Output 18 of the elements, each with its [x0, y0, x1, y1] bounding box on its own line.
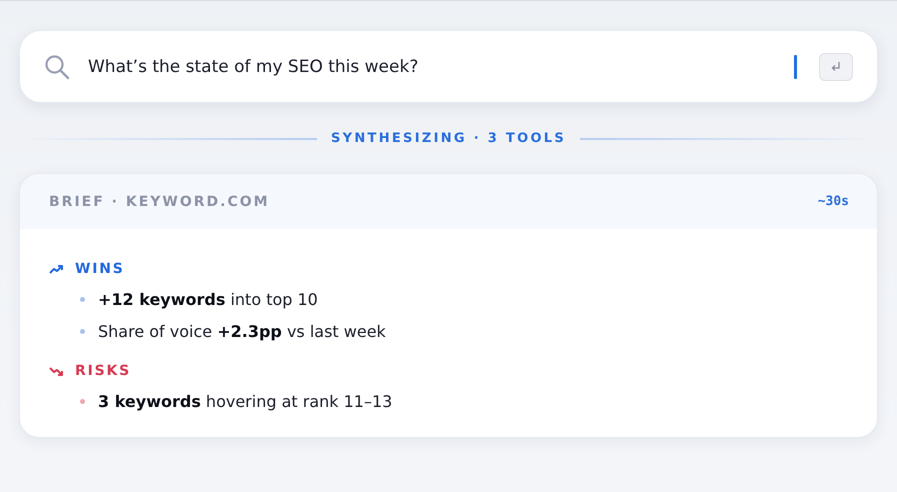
- section-heading: RISKS: [75, 363, 132, 379]
- trend-up-icon: [49, 264, 63, 274]
- list-item: Share of voice +2.3pp vs last week: [98, 322, 386, 341]
- text-cursor: [794, 54, 797, 78]
- list-item: +12 keywords into top 10: [98, 290, 318, 309]
- search-field[interactable]: What’s the state of my SEO this week?: [88, 56, 776, 76]
- return-key-icon: [830, 60, 842, 72]
- trend-down-icon: [49, 366, 63, 376]
- search-icon: [44, 54, 70, 80]
- time-estimate: ~30s: [818, 194, 849, 209]
- brief-title: BRIEF · KEYWORD.COM: [49, 194, 270, 210]
- status-label: SYNTHESIZING · 3 TOOLS: [330, 131, 566, 146]
- bullet-icon: [80, 329, 85, 334]
- section-heading: WINS: [75, 261, 125, 277]
- bullet-icon: [80, 399, 85, 404]
- list-item: 3 keywords hovering at rank 11–13: [98, 392, 392, 411]
- enter-button[interactable]: [819, 52, 853, 80]
- bullet-icon: [80, 297, 85, 302]
